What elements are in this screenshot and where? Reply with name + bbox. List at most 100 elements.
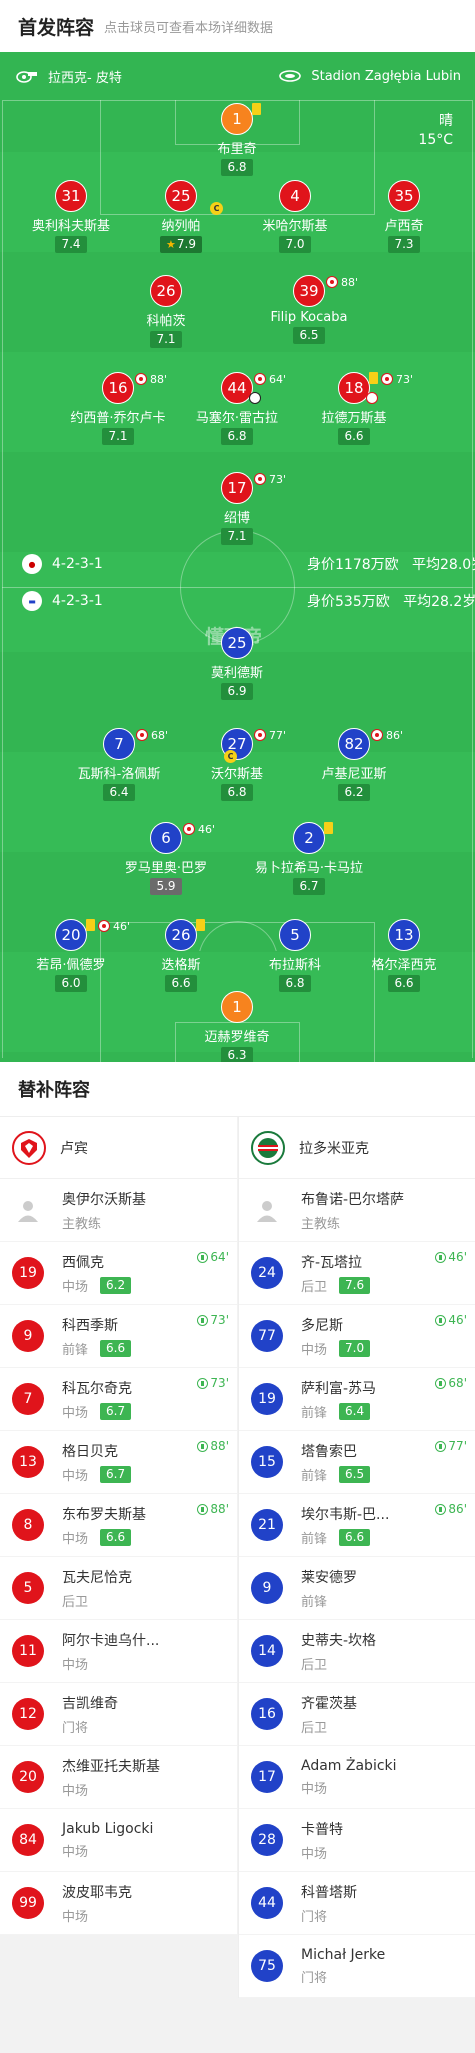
sub-player-number: 28 [251, 1824, 283, 1856]
player-name: Filip Kocaba [270, 310, 348, 325]
player-number: 26 [150, 275, 182, 307]
sub-player-row[interactable]: 44 科普塔斯 门将 [239, 1872, 475, 1935]
sub-player-row[interactable]: 14 史蒂夫-坎格 后卫 [239, 1620, 475, 1683]
coach-name: 布鲁诺-巴尔塔萨 [301, 1191, 405, 1208]
sub-player-row[interactable]: 17 Adam Żabicki 中场 [239, 1746, 475, 1809]
sub-player-number: 11 [12, 1635, 44, 1667]
sub-out-icon [381, 373, 393, 385]
player-number: 1 [221, 103, 253, 135]
home-player[interactable]: 44 64' 马塞尔·雷古拉 6.8 [172, 372, 302, 445]
sub-player-row[interactable]: 99 波皮耶韦克 中场 [0, 1872, 237, 1935]
home-player[interactable]: 39 88' Filip Kocaba 6.5 [244, 275, 374, 345]
player-name: 绍博 [223, 511, 250, 526]
home-team-summary: ● 4-2-3-1 身价1178万欧 平均28.0岁 [22, 554, 475, 574]
sub-player-row[interactable]: 19 萨利富-苏马 前锋 6.4 68' [239, 1368, 475, 1431]
sub-player-row[interactable]: 20 杰维亚托夫斯基 中场 [0, 1746, 237, 1809]
sub-player-name: 西佩克 [62, 1254, 104, 1271]
home-player[interactable]: 25 C 纳列帕 ★7.9 [116, 180, 246, 253]
player-name: 易卜拉希马·卡马拉 [254, 861, 364, 876]
sub-player-rating: 6.6 [100, 1339, 132, 1357]
sub-player-number: 19 [12, 1257, 44, 1289]
home-player[interactable]: 18 73' 拉德万斯基 6.6 [289, 372, 419, 445]
sub-player-position: 前锋 [301, 1468, 328, 1484]
sub-in-marker: 77' [435, 1439, 467, 1453]
away-player[interactable]: 6 46' 罗马里奥·巴罗 5.9 [101, 822, 231, 895]
yellow-card-icon [86, 919, 95, 931]
sub-player-name: 多尼斯 [301, 1317, 343, 1334]
sub-player-row[interactable]: 84 Jakub Ligocki 中场 [0, 1809, 237, 1872]
sub-player-position: 门将 [301, 1970, 328, 1986]
lineup-header: 首发阵容 点击球员可查看本场详细数据 [0, 0, 475, 52]
weather-temperature: 15°C [418, 132, 453, 148]
player-name: 沃尔斯基 [210, 767, 263, 782]
home-team-logo-icon: ● [22, 554, 42, 574]
sub-player-row[interactable]: 5 瓦夫尼恰克 后卫 [0, 1557, 237, 1620]
home-player[interactable]: 35 卢西奇 7.3 [339, 180, 469, 253]
away-player[interactable]: 25 莫利德斯 6.9 [172, 627, 302, 700]
sub-player-row[interactable]: 7 科瓦尔奇克 中场 6.7 73' [0, 1368, 237, 1431]
page-subtitle: 点击球员可查看本场详细数据 [104, 20, 274, 36]
away-value: 身价535万欧 [307, 594, 390, 610]
away-player[interactable]: 13 格尔泽西克 6.6 [339, 919, 469, 992]
sub-out-icon [98, 920, 110, 932]
player-number: 5 [279, 919, 311, 951]
referee-whistle-icon [16, 71, 37, 83]
away-player[interactable]: 2 易卜拉希马·卡马拉 6.7 [244, 822, 374, 895]
away-avg-age: 平均28.2岁 [403, 594, 475, 610]
sub-player-row[interactable]: 11 阿尔卡迪乌什... 中场 [0, 1620, 237, 1683]
sub-player-row[interactable]: 13 格日贝克 中场 6.7 88' [0, 1431, 237, 1494]
yellow-card-icon [324, 822, 333, 834]
sub-off-marker: 73' [254, 472, 286, 486]
away-player[interactable]: 7 68' 瓦斯科-洛佩斯 6.4 [54, 728, 184, 801]
player-name: 纳列帕 [161, 219, 201, 234]
sub-player-position: 中场 [62, 1909, 89, 1925]
sub-player-row[interactable]: 9 莱安德罗 前锋 [239, 1557, 475, 1620]
sub-player-row[interactable]: 12 吉凯维奇 门将 [0, 1683, 237, 1746]
player-name: 迈赫罗维奇 [204, 1030, 270, 1045]
sub-player-row[interactable]: 77 多尼斯 中场 7.0 46' [239, 1305, 475, 1368]
home-player[interactable]: 16 88' 约西普·乔尔卢卡 7.1 [53, 372, 183, 445]
yellow-card-icon [252, 103, 261, 115]
player-name: 马塞尔·雷古拉 [195, 411, 279, 426]
sub-player-row[interactable]: 24 齐-瓦塔拉 后卫 7.6 46' [239, 1242, 475, 1305]
sub-in-icon [435, 1251, 447, 1263]
sub-player-row[interactable]: 8 东布罗夫斯基 中场 6.6 88' [0, 1494, 237, 1557]
sub-player-number: 15 [251, 1446, 283, 1478]
coach-row[interactable]: 布鲁诺-巴尔塔萨 主教练 [239, 1179, 475, 1242]
sub-player-position: 中场 [62, 1783, 89, 1799]
home-player[interactable]: 26 科帕茨 7.1 [101, 275, 231, 348]
away-player[interactable]: 27 C 77' 沃尔斯基 6.8 [172, 728, 302, 801]
sub-player-name: 瓦夫尼恰克 [62, 1569, 132, 1586]
away-player[interactable]: 82 86' 卢基尼亚斯 6.2 [289, 728, 419, 801]
sub-off-marker: 88' [326, 275, 358, 289]
captain-icon: C [210, 202, 223, 215]
home-player-goalkeeper[interactable]: 1 布里奇 6.8 [172, 103, 302, 176]
player-rating: 6.6 [388, 975, 420, 992]
home-player[interactable]: 17 73' 绍博 7.1 [172, 472, 302, 545]
sub-player-name: 塔鲁索巴 [301, 1443, 357, 1460]
player-rating: 7.4 [55, 236, 87, 253]
sub-player-row[interactable]: 9 科西季斯 前锋 6.6 73' [0, 1305, 237, 1368]
sub-player-row[interactable]: 15 塔鲁索巴 前锋 6.5 77' [239, 1431, 475, 1494]
away-team-name: 拉多米亚克 [299, 1140, 369, 1157]
sub-player-row[interactable]: 16 齐霍茨基 后卫 [239, 1683, 475, 1746]
coach-row[interactable]: 奥伊尔沃斯基 主教练 [0, 1179, 237, 1242]
sub-player-number: 77 [251, 1320, 283, 1352]
sub-player-position: 前锋 [301, 1594, 328, 1610]
sub-player-rating: 6.6 [339, 1528, 371, 1546]
sub-player-position: 中场 [301, 1342, 328, 1358]
sub-player-row[interactable]: 75 Michał Jerke 门将 [239, 1935, 475, 1998]
sub-out-icon [183, 823, 195, 835]
sub-in-icon [435, 1440, 447, 1452]
sub-player-row[interactable]: 21 埃尔韦斯-巴... 前锋 6.6 86' [239, 1494, 475, 1557]
away-player-goalkeeper[interactable]: 1 迈赫罗维奇 6.3 [172, 991, 302, 1064]
away-player[interactable]: 26 迭格斯 6.6 [116, 919, 246, 992]
sub-player-row[interactable]: 19 西佩克 中场 6.2 64' [0, 1242, 237, 1305]
yellow-card-icon [369, 372, 378, 384]
player-number: 82 [338, 728, 370, 760]
sub-out-icon [135, 373, 147, 385]
sub-player-number: 84 [12, 1824, 44, 1856]
sub-in-marker: 73' [197, 1376, 229, 1390]
player-rating: 6.8 [279, 975, 311, 992]
sub-player-row[interactable]: 28 卡普特 中场 [239, 1809, 475, 1872]
